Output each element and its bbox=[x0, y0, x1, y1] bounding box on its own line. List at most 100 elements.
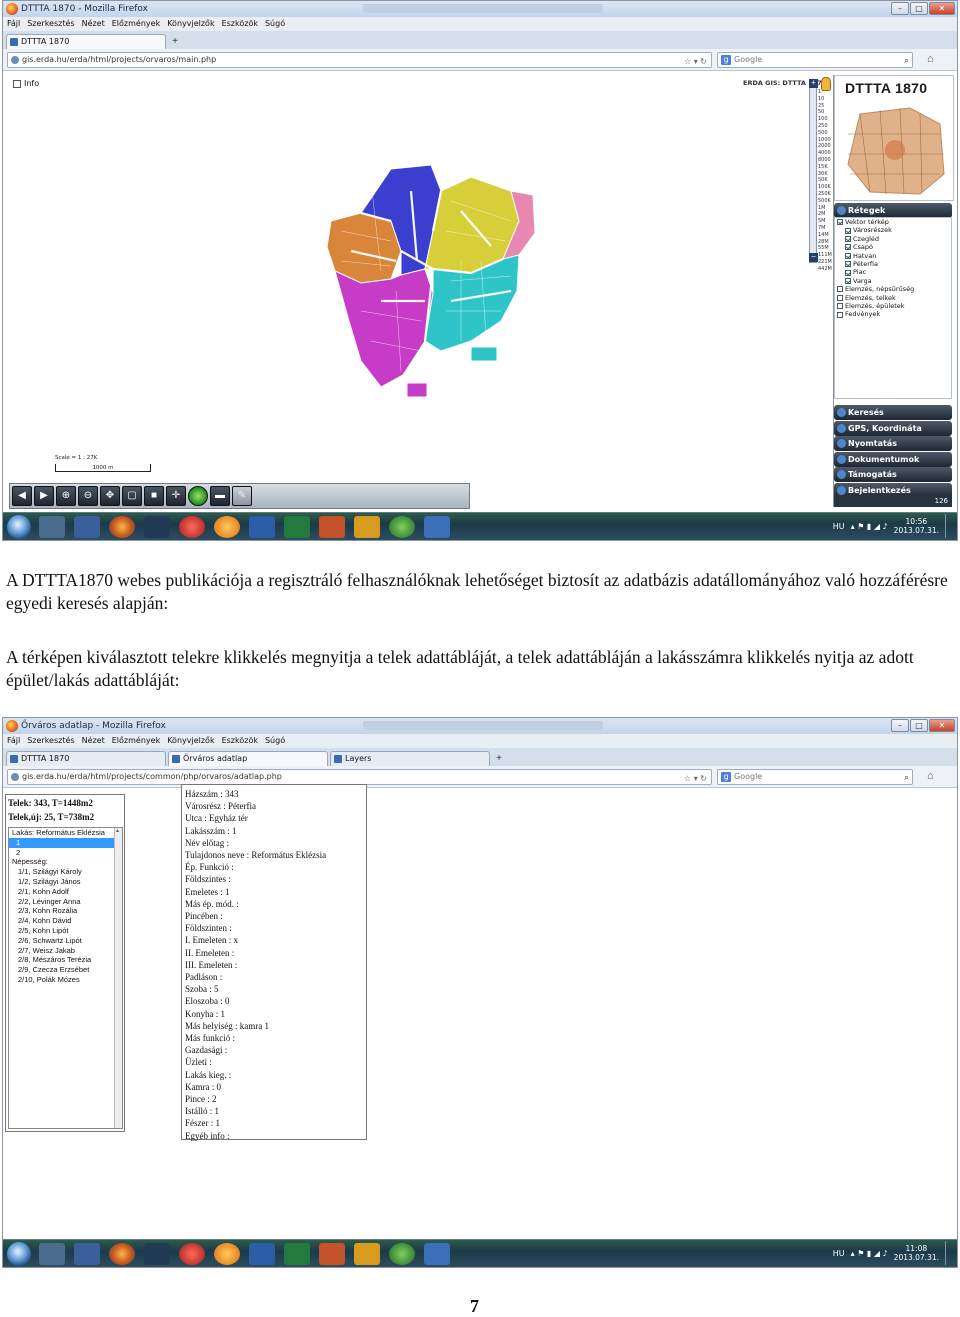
layer-item[interactable]: Városrészek bbox=[835, 226, 951, 234]
menu-item[interactable]: Előzmények bbox=[112, 17, 160, 31]
new-tab-button[interactable]: + bbox=[168, 36, 182, 49]
firefox-taskbar-icon[interactable] bbox=[109, 1243, 135, 1265]
word-icon[interactable] bbox=[249, 1243, 275, 1265]
minimize-button[interactable]: – bbox=[891, 2, 909, 15]
menu-item[interactable]: Eszközök bbox=[222, 17, 258, 31]
crosshair-icon[interactable]: ✛ bbox=[166, 486, 186, 506]
listbox-scrollbar[interactable] bbox=[114, 828, 122, 1128]
maximize-button[interactable]: □ bbox=[910, 719, 928, 732]
layer-item[interactable]: Elemzés, épületek bbox=[835, 302, 951, 310]
listbox-item[interactable]: 2 bbox=[9, 848, 122, 858]
home-icon[interactable]: ⌂ bbox=[927, 52, 941, 66]
outlook-icon[interactable] bbox=[354, 516, 380, 538]
layer-item[interactable]: Hatvan bbox=[835, 252, 951, 260]
pan-tool-icon[interactable]: ✥ bbox=[100, 486, 120, 506]
media-icon[interactable] bbox=[144, 1243, 170, 1265]
listbox-item[interactable]: 1/2, Szilágyi János bbox=[9, 877, 122, 887]
gis-icon[interactable] bbox=[389, 516, 415, 538]
browser-tab[interactable]: Layers bbox=[330, 751, 490, 766]
menu-item[interactable]: Szerkesztés bbox=[27, 734, 74, 748]
refresh-icon[interactable] bbox=[188, 486, 208, 506]
language-indicator[interactable]: HU bbox=[833, 522, 845, 531]
layer-checkbox[interactable] bbox=[845, 261, 851, 268]
layer-item[interactable]: Elemzés, telkek bbox=[835, 294, 951, 302]
clock[interactable]: 11:08 2013.07.31. bbox=[894, 1244, 939, 1262]
browser-tab[interactable]: DTTTA 1870 bbox=[6, 34, 166, 49]
explorer-icon[interactable] bbox=[39, 516, 65, 538]
layer-item[interactable]: Czegléd bbox=[835, 235, 951, 243]
listbox-item[interactable]: 2/8, Mészáros Terézia bbox=[9, 955, 122, 965]
panel-button[interactable]: GPS, Koordináta bbox=[834, 420, 952, 436]
layer-checkbox[interactable] bbox=[845, 252, 851, 259]
layer-checkbox[interactable] bbox=[837, 286, 843, 293]
start-button[interactable] bbox=[7, 1242, 31, 1266]
layers-header[interactable]: Rétegek bbox=[834, 203, 952, 218]
layer-item[interactable]: Csapó bbox=[835, 243, 951, 251]
listbox-item[interactable]: 2/3, Kohn Rozália bbox=[9, 906, 122, 916]
back-arrow-icon[interactable]: ◀ bbox=[12, 486, 32, 506]
layer-checkbox[interactable] bbox=[845, 244, 851, 251]
edit-icon[interactable]: ✎ bbox=[232, 486, 252, 506]
menu-item[interactable]: Nézet bbox=[82, 17, 105, 31]
orange-app-icon[interactable] bbox=[214, 516, 240, 538]
listbox-item[interactable]: Lakás: Református Eklézsia bbox=[9, 828, 122, 838]
zoom-out-tool-icon[interactable]: ⊖ bbox=[78, 486, 98, 506]
menu-item[interactable]: Súgó bbox=[265, 17, 285, 31]
layer-checkbox[interactable] bbox=[845, 269, 851, 276]
layer-checkbox[interactable] bbox=[845, 278, 851, 285]
show-desktop-button[interactable] bbox=[945, 1241, 953, 1265]
menu-item[interactable]: Súgó bbox=[265, 734, 285, 748]
listbox-item[interactable]: 1 bbox=[9, 837, 122, 848]
menu-item[interactable]: Szerkesztés bbox=[27, 17, 74, 31]
save-app-icon[interactable] bbox=[74, 516, 100, 538]
search-icon[interactable]: ⌕ bbox=[904, 771, 909, 785]
powerpoint-icon[interactable] bbox=[319, 1243, 345, 1265]
reload-icon[interactable]: ☆ ▾ ↻ bbox=[684, 55, 707, 69]
layer-checkbox[interactable] bbox=[837, 294, 843, 301]
clock[interactable]: 10:56 2013.07.31. bbox=[894, 517, 939, 535]
search-input[interactable]: g Google ⌕ bbox=[717, 52, 913, 68]
network-app-icon[interactable] bbox=[424, 1243, 450, 1265]
full-extent-icon[interactable]: ■ bbox=[144, 486, 164, 506]
menu-item[interactable]: Könyvjelzők bbox=[167, 734, 214, 748]
acrobat-icon[interactable] bbox=[179, 1243, 205, 1265]
zoom-in-button[interactable]: + bbox=[809, 79, 818, 88]
zoom-box-icon[interactable]: ▢ bbox=[122, 486, 142, 506]
panel-button[interactable]: Nyomtatás bbox=[834, 436, 952, 451]
info-checkbox-box[interactable] bbox=[13, 79, 21, 88]
listbox-item[interactable]: 2/4, Kohn Dávid bbox=[9, 916, 122, 926]
panel-button[interactable]: Keresés bbox=[834, 405, 952, 420]
explorer-icon[interactable] bbox=[39, 1243, 65, 1265]
dwelling-listbox[interactable]: Lakás: Református Eklézsia12Népesség:1/1… bbox=[8, 827, 123, 1129]
listbox-item[interactable]: 2/5, Kohn Lipót bbox=[9, 926, 122, 936]
outlook-icon[interactable] bbox=[354, 1243, 380, 1265]
show-desktop-button[interactable] bbox=[945, 514, 953, 538]
menu-item[interactable]: Nézet bbox=[82, 734, 105, 748]
url-bar[interactable]: gis.erda.hu/erda/html/projects/common/ph… bbox=[7, 769, 712, 785]
menu-item[interactable]: Eszközök bbox=[222, 734, 258, 748]
forward-arrow-icon[interactable]: ▶ bbox=[34, 486, 54, 506]
layer-checkbox[interactable] bbox=[845, 227, 851, 234]
browser-tab[interactable]: DTTTA 1870 bbox=[6, 751, 166, 766]
tray-icons[interactable]: ▴ ⚑ ▮ ◢ ♪ bbox=[851, 1249, 888, 1258]
layer-checkbox[interactable] bbox=[837, 311, 843, 318]
layer-item[interactable]: Vektor térkép bbox=[835, 218, 951, 226]
zoom-in-tool-icon[interactable]: ⊕ bbox=[56, 486, 76, 506]
listbox-item[interactable]: Népesség: bbox=[9, 857, 122, 867]
panel-button[interactable]: Támogatás bbox=[834, 467, 952, 482]
menu-item[interactable]: Fájl bbox=[7, 17, 20, 31]
tray-icons[interactable]: ▴ ⚑ ▮ ◢ ♪ bbox=[851, 522, 888, 531]
listbox-item[interactable]: 2/7, Weisz Jakab bbox=[9, 946, 122, 956]
excel-icon[interactable] bbox=[284, 516, 310, 538]
town-map[interactable] bbox=[321, 151, 541, 411]
powerpoint-icon[interactable] bbox=[319, 516, 345, 538]
listbox-item[interactable]: 2/6, Schwartz Lipót bbox=[9, 936, 122, 946]
close-button[interactable]: ✕ bbox=[929, 719, 955, 732]
measure-icon[interactable]: ▬ bbox=[210, 486, 230, 506]
close-button[interactable]: ✕ bbox=[929, 2, 955, 15]
listbox-item[interactable]: 2/1, Kohn Adolf bbox=[9, 887, 122, 897]
minimize-button[interactable]: – bbox=[891, 719, 909, 732]
layer-item[interactable]: Fedvények bbox=[835, 310, 951, 318]
listbox-item[interactable]: 1/1, Szilágyi Károly bbox=[9, 867, 122, 877]
listbox-item[interactable]: 2/9, Czecza Erzsébet bbox=[9, 965, 122, 975]
